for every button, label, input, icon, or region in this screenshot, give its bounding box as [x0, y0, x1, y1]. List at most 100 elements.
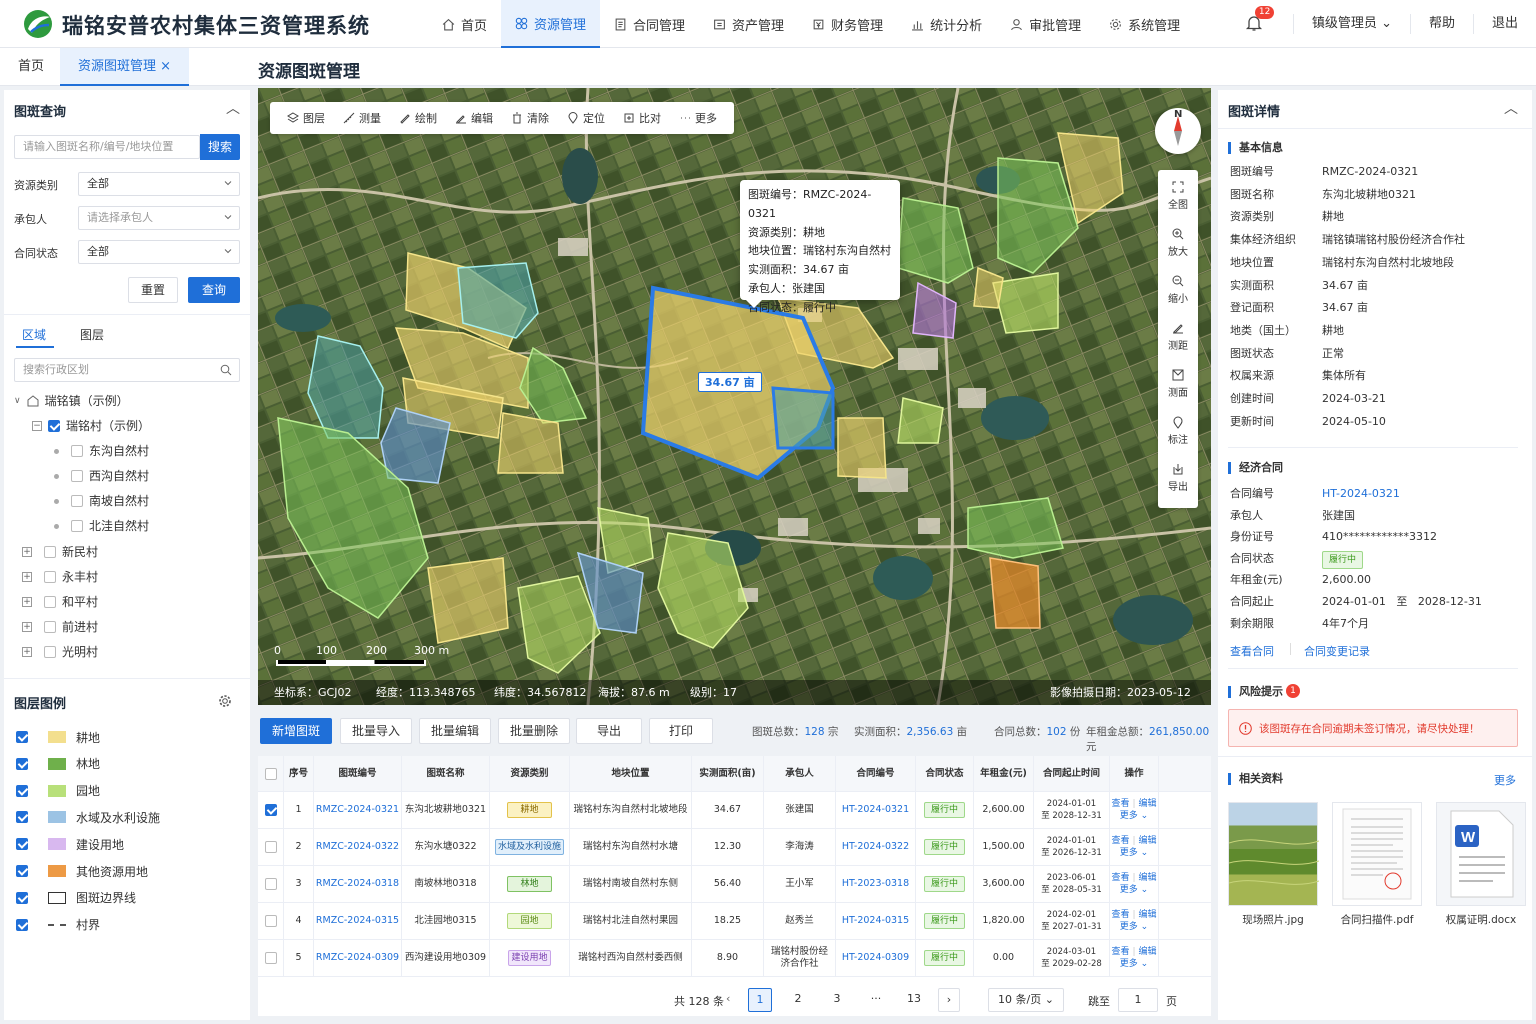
tree-village[interactable]: + 和平村	[22, 592, 98, 612]
resource-type-select[interactable]: 全部	[78, 172, 240, 196]
expand-icon[interactable]: +	[22, 647, 32, 657]
side-tool-5[interactable]: 标注	[1158, 409, 1198, 455]
tree-village[interactable]: + 前进村	[22, 617, 98, 637]
legend-item[interactable]: 水域及水利设施	[16, 807, 160, 827]
nav-system[interactable]: 系统管理	[1095, 0, 1194, 48]
row-checkbox[interactable]	[264, 804, 277, 816]
contract-code-link[interactable]: HT-2024-0309	[842, 952, 909, 964]
close-icon[interactable]: ×	[160, 59, 171, 74]
search-icon[interactable]	[220, 364, 232, 376]
edit-button[interactable]: 编辑	[1139, 799, 1157, 809]
checkbox[interactable]	[71, 445, 83, 457]
row-select-cell[interactable]	[258, 903, 284, 939]
nav-contract[interactable]: 合同管理	[600, 0, 699, 48]
row-checkbox[interactable]	[264, 915, 277, 927]
contract-code-cell[interactable]: HT-2024-0309	[836, 940, 916, 976]
gear-icon[interactable]	[218, 694, 232, 708]
map-view[interactable]: 图层 测量 绘制 编辑 清除 定位 比对 更多 N 全图 放大 缩小 测距 测面 标注 导出 图斑编号：R…	[258, 88, 1211, 705]
contract-code-cell[interactable]: HT-2024-0322	[836, 829, 916, 865]
legend-item[interactable]: 林地	[16, 754, 100, 774]
search-input[interactable]: 请输入图斑名称/编号/地块位置	[14, 135, 200, 159]
nav-resource[interactable]: 资源管理	[501, 0, 601, 48]
checkbox[interactable]	[16, 811, 28, 824]
help-link[interactable]: 帮助	[1409, 14, 1473, 34]
side-tool-1[interactable]: 放大	[1158, 221, 1198, 267]
legend-item[interactable]: 耕地	[16, 727, 100, 747]
prev-page-icon[interactable]: ‹	[726, 992, 730, 1005]
row-select-cell[interactable]	[258, 940, 284, 976]
legend-item[interactable]: 园地	[16, 781, 100, 801]
more-actions-button[interactable]: 更多 ⌄	[1120, 847, 1148, 859]
table-row[interactable]: 4 RMZC-2024-0315 北洼园地0315 园地 瑞铭村北洼自然村果园 18.25…	[258, 903, 1211, 940]
batch-delete-button[interactable]: 批量删除	[498, 718, 570, 744]
chevron-up-icon[interactable]: ︿	[226, 98, 240, 118]
view-button[interactable]: 查看	[1111, 799, 1129, 809]
batch-edit-button[interactable]: 批量编辑	[419, 718, 491, 744]
edit-button[interactable]: 编辑	[1139, 873, 1157, 883]
compass[interactable]: N	[1155, 108, 1201, 154]
user-menu[interactable]: 镇级管理员 ⌄	[1292, 14, 1410, 34]
more-actions-button[interactable]: 更多 ⌄	[1120, 810, 1148, 822]
map-tool-1[interactable]: 测量	[334, 110, 390, 126]
contractor-select[interactable]: 请选择承包人	[78, 206, 240, 230]
page-size-select[interactable]: 10 条/页 ⌄	[988, 988, 1064, 1012]
checkbox[interactable]	[71, 470, 83, 482]
view-button[interactable]: 查看	[1111, 873, 1129, 883]
tab-home[interactable]: 首页	[0, 48, 62, 86]
contract-code-link[interactable]: HT-2024-0322	[842, 841, 909, 853]
legend-item[interactable]: 村界	[16, 915, 100, 935]
edit-button[interactable]: 编辑	[1139, 910, 1157, 920]
contract-code-cell[interactable]: HT-2024-0321	[836, 792, 916, 828]
select-all-cell[interactable]	[258, 756, 284, 791]
expand-icon[interactable]: +	[22, 547, 32, 557]
checkbox[interactable]	[44, 571, 56, 583]
table-row[interactable]: 3 RMZC-2024-0318 南坡林地0318 林地 瑞铭村南坡自然村东侧 56.40…	[258, 866, 1211, 903]
checkbox[interactable]	[71, 520, 83, 532]
select-all-checkbox[interactable]	[264, 767, 277, 780]
side-tool-4[interactable]: 测面	[1158, 362, 1198, 408]
side-tool-0[interactable]: 全图	[1158, 174, 1198, 220]
patch-code-link[interactable]: RMZC-2024-0322	[316, 841, 399, 853]
patch-code-link[interactable]: RMZC-2024-0315	[316, 915, 399, 927]
patch-code-link[interactable]: RMZC-2024-0321	[316, 804, 399, 816]
checkbox[interactable]	[44, 646, 56, 658]
page-3[interactable]: 3	[825, 988, 849, 1012]
tree-town[interactable]: ∨ 瑞铭镇（示例）	[14, 391, 129, 411]
checkbox[interactable]	[16, 838, 28, 851]
legend-item[interactable]: 图斑边界线	[16, 888, 136, 908]
logout-link[interactable]: 退出	[1472, 14, 1536, 34]
tab-resource-patch[interactable]: 资源图斑管理 ×	[60, 48, 190, 86]
nav-finance[interactable]: 财务管理	[798, 0, 897, 48]
table-row[interactable]: 2 RMZC-2024-0322 东沟水塘0322 水域及水利设施 瑞铭村东沟自然村水塘…	[258, 829, 1211, 866]
page-13[interactable]: 13	[902, 988, 926, 1012]
checkbox[interactable]	[16, 757, 28, 770]
view-button[interactable]: 查看	[1111, 910, 1129, 920]
checkbox[interactable]	[44, 546, 56, 558]
search-button[interactable]: 搜索	[200, 134, 240, 160]
map-tool-2[interactable]: 绘制	[390, 110, 446, 126]
notification-button[interactable]: 12	[1245, 6, 1275, 34]
checkbox[interactable]	[71, 495, 83, 507]
docx-thumbnail[interactable]: W	[1436, 802, 1526, 906]
map-tool-0[interactable]: 图层	[278, 110, 334, 126]
caret-down-icon[interactable]: ∨	[14, 391, 21, 411]
map-tool-6[interactable]: 比对	[614, 110, 670, 126]
nav-asset[interactable]: 资产管理	[699, 0, 798, 48]
page-1[interactable]: 1	[748, 988, 772, 1012]
patch-code-cell[interactable]: RMZC-2024-0315	[314, 903, 402, 939]
contract-code-cell[interactable]: HT-2024-0315	[836, 903, 916, 939]
tree-village[interactable]: + 光明村	[22, 642, 98, 662]
jump-input[interactable]: 1	[1118, 988, 1158, 1012]
tree-hamlet[interactable]: 西沟自然村	[54, 466, 149, 486]
expand-icon[interactable]: +	[22, 597, 32, 607]
next-page-button[interactable]: ›	[938, 988, 960, 1012]
map-tool-3[interactable]: 编辑	[446, 110, 502, 126]
more-actions-button[interactable]: 更多 ⌄	[1120, 921, 1148, 933]
chevron-up-icon[interactable]: ︿	[1504, 98, 1518, 118]
nav-home[interactable]: 首页	[428, 0, 501, 48]
contract-code-link[interactable]: HT-2023-0318	[842, 878, 909, 890]
region-search-input[interactable]: 搜索行政区划	[14, 358, 240, 382]
files-more-link[interactable]: 更多	[1494, 772, 1516, 788]
row-checkbox[interactable]	[264, 952, 277, 964]
view-button[interactable]: 查看	[1111, 947, 1129, 957]
